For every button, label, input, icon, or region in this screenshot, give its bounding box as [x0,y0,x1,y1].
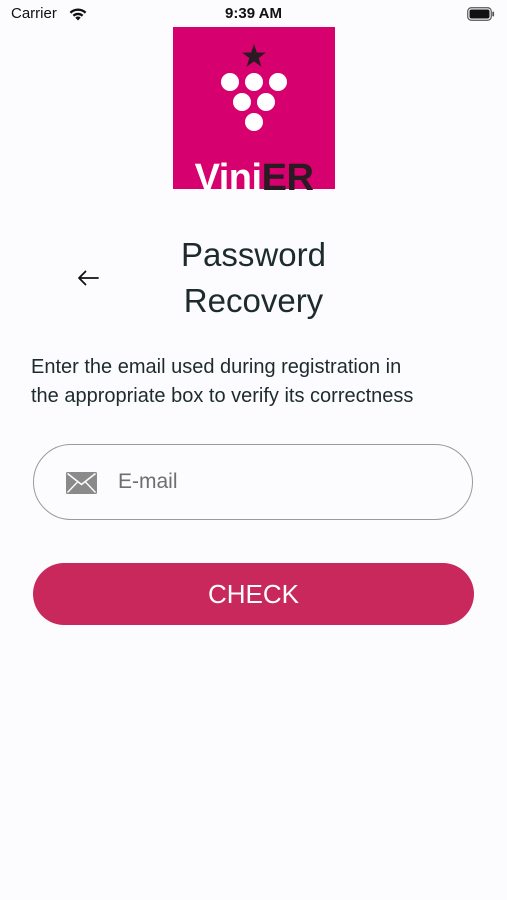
arrow-left-icon [78,270,99,286]
mail-icon [66,472,97,494]
email-field[interactable] [33,444,473,520]
instructions-line1: Enter the email used during registration… [31,356,402,378]
email-input[interactable] [118,461,438,503]
page-title: Password Recovery [120,232,387,324]
page-title-line1: Password [181,236,326,273]
logo-wordmark-vini: Vini [194,157,263,199]
logo-wordmark-er: ER [261,157,314,199]
instructions-text: Enter the email used during registration… [31,353,486,411]
instructions-line2: the appropriate box to verify its correc… [31,385,414,407]
check-button[interactable]: CHECK [33,563,474,625]
back-button[interactable] [66,258,110,298]
logo-wordmark: ViniER [173,159,335,197]
clock: 9:39 AM [225,5,282,22]
vinier-logo: ViniER [173,27,335,197]
page-title-line2: Recovery [183,282,324,319]
battery-icon [467,7,495,21]
